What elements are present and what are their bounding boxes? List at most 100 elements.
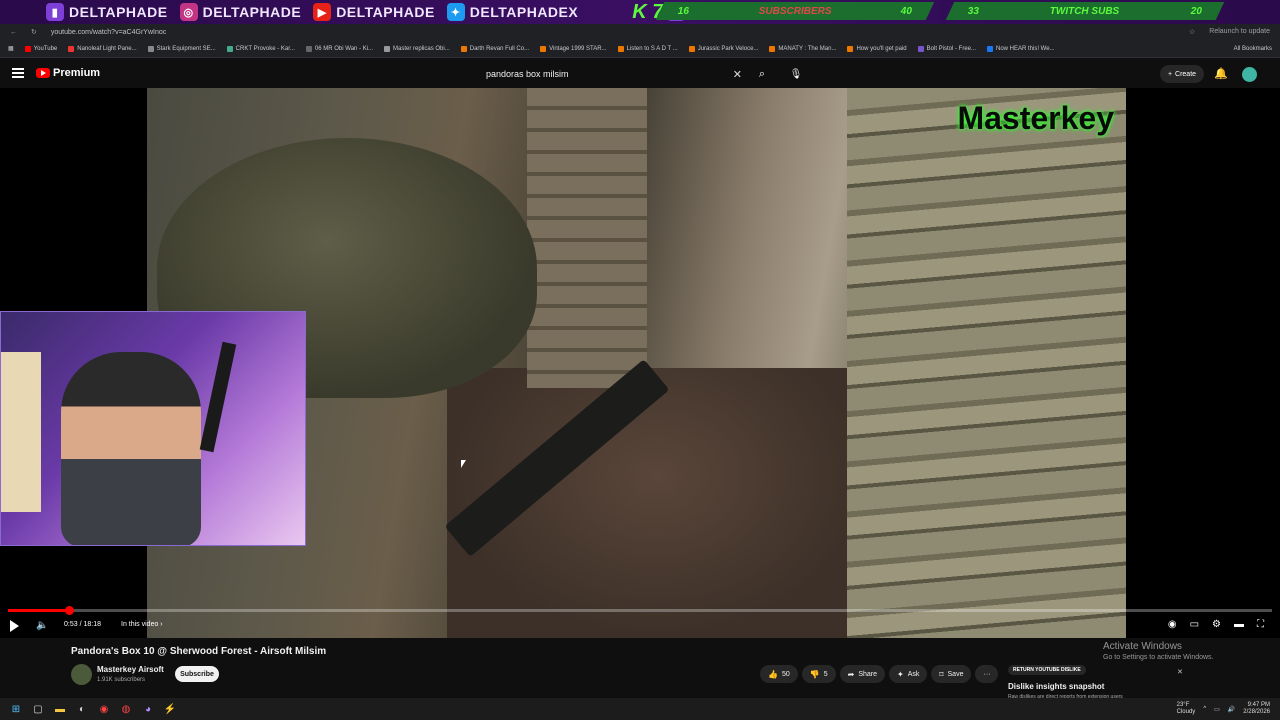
share-icon: ➦ <box>847 669 855 679</box>
like-button[interactable]: 👍 50 <box>760 665 798 683</box>
channel-avatar[interactable] <box>71 664 92 685</box>
app-icon[interactable]: ⚡ <box>162 701 178 717</box>
video-player[interactable]: Masterkey 🔈 0:53 / 18:18 In this video ›… <box>0 88 1280 638</box>
back-icon[interactable]: ← <box>10 29 17 36</box>
account-avatar[interactable] <box>1242 67 1257 82</box>
network-icon[interactable]: ▭ <box>1214 706 1220 713</box>
player-controls: 🔈 0:53 / 18:18 In this video › ◉ ▭ ⚙ ▬ ⛶ <box>0 616 1280 638</box>
bookmark-item[interactable]: CRKT Provoke - Kar... <box>226 45 295 52</box>
task-view-icon[interactable]: ▢ <box>30 701 46 717</box>
bookmark-item[interactable]: Stark Equipment SE... <box>147 45 216 52</box>
windows-taskbar: ⊞ ▢ ▬ ◐ ◉ ◍ ◕ ⚡ 23°F Cloudy ^ ▭ 🔊 9:47 P… <box>0 698 1280 720</box>
favicon-icon <box>226 45 233 52</box>
notifications-bell-icon[interactable]: 🔔 <box>1214 67 1228 80</box>
share-button[interactable]: ➦ Share <box>839 665 886 683</box>
favicon-icon <box>305 45 312 52</box>
theater-mode-icon[interactable]: ▬ <box>1234 619 1244 630</box>
bookmark-item[interactable]: Bolt Pistol - Free... <box>917 45 976 52</box>
subscribe-button[interactable]: Subscribe <box>175 666 219 682</box>
favicon-icon <box>147 45 154 52</box>
all-bookmarks-button[interactable]: All Bookmarks <box>1234 46 1280 52</box>
tray-chevron-icon[interactable]: ^ <box>1203 706 1206 712</box>
video-title: Pandora's Box 10 @ Sherwood Forest - Air… <box>71 646 327 657</box>
channel-name[interactable]: Masterkey Airsoft <box>97 665 164 674</box>
ask-button[interactable]: ✦ Ask <box>889 665 928 683</box>
bookmark-item[interactable]: Vintage 1999 STAR... <box>540 45 607 52</box>
app-icon[interactable]: ◍ <box>118 701 134 717</box>
favicon-icon <box>68 45 75 52</box>
settings-gear-icon[interactable]: ⚙ <box>1212 619 1221 630</box>
search-input[interactable]: pandoras box milsim ✕ <box>478 63 750 85</box>
windows-start-icon[interactable]: ⊞ <box>8 701 24 717</box>
progress-bar[interactable] <box>8 606 1272 615</box>
subscribers-goal-bar: 16 SUBSCRIBERS 40 <box>655 2 935 20</box>
bookmark-item[interactable]: MANATY : The Man... <box>769 45 836 52</box>
chapters-button[interactable]: In this video › <box>121 621 163 628</box>
video-actions: 👍 50 👎 5 ➦ Share ✦ Ask ⌑ Save ··· <box>760 665 999 683</box>
discord-icon[interactable]: ◕ <box>140 701 156 717</box>
reload-icon[interactable]: ↻ <box>31 28 37 36</box>
autoplay-toggle-icon[interactable]: ◉ <box>1168 619 1177 630</box>
fullscreen-icon[interactable]: ⛶ <box>1257 619 1264 630</box>
more-icon: ··· <box>983 670 991 678</box>
scrubber-handle[interactable] <box>64 606 74 615</box>
twitch-icon: ▮ <box>46 3 64 21</box>
search-button[interactable]: ⌕ <box>752 63 772 85</box>
relaunch-button[interactable]: Relaunch to update <box>1209 28 1270 36</box>
clear-search-icon[interactable]: ✕ <box>733 68 742 81</box>
favicon-icon <box>769 45 776 52</box>
favicon-icon <box>847 45 854 52</box>
video-watermark: Masterkey <box>957 100 1114 136</box>
bookmark-item[interactable]: How you'll get paid <box>847 45 907 52</box>
volume-icon[interactable]: 🔈 <box>36 620 48 631</box>
chrome-icon[interactable]: ◉ <box>96 701 112 717</box>
dislike-button[interactable]: 👎 5 <box>801 665 836 683</box>
save-button[interactable]: ⌑ Save <box>931 665 972 683</box>
mouse-cursor <box>461 460 466 468</box>
captions-icon[interactable]: ▭ <box>1190 619 1199 630</box>
search-icon: ⌕ <box>758 67 766 80</box>
thumbs-down-icon: 👎 <box>809 669 820 679</box>
youtube-premium-logo[interactable]: Premium <box>36 67 100 79</box>
bookmark-item[interactable]: YouTube <box>24 45 57 52</box>
sparkle-icon: ✦ <box>897 669 904 679</box>
play-button[interactable] <box>10 620 19 632</box>
facebook-icon <box>987 45 993 52</box>
youtube-icon: ▶ <box>313 3 332 21</box>
bookmark-item[interactable]: Master replicas Obi... <box>384 45 450 52</box>
file-explorer-icon[interactable]: ▬ <box>52 701 68 717</box>
social-handles: ▮ DELTAPHADE ◎ DELTAPHADE ▶ DELTAPHADE ✦ DEL… <box>0 0 592 24</box>
weather-widget[interactable]: 23°F Cloudy <box>1177 702 1196 716</box>
favicon-icon <box>384 45 391 52</box>
twitter-handle: ✦ DELTAPHADEX <box>446 3 578 21</box>
plus-icon: + <box>1167 70 1173 78</box>
star-icon[interactable]: ☆ <box>1189 28 1195 36</box>
youtube-handle: ▶ DELTAPHADE <box>313 3 435 21</box>
bookmark-item[interactable]: Darth Revan Full Co... <box>460 45 529 52</box>
close-icon[interactable]: ✕ <box>1177 668 1183 676</box>
volume-icon[interactable]: 🔊 <box>1228 706 1235 713</box>
url-field[interactable]: youtube.com/watch?v=aC4GrYwInoc <box>51 29 166 36</box>
favicon-icon <box>617 45 624 52</box>
bookmark-item[interactable]: Now HEAR this! We... <box>987 45 1055 52</box>
hamburger-menu-icon[interactable] <box>12 68 24 78</box>
activate-windows-watermark: Activate Windows Go to Settings to activ… <box>1103 641 1214 661</box>
favicon-icon <box>917 45 924 52</box>
voice-search-button[interactable]: 🎙 <box>786 63 806 85</box>
browser-address-bar: ← ↻ youtube.com/watch?v=aC4GrYwInoc ☆ Re… <box>0 24 1280 40</box>
steam-icon[interactable]: ◐ <box>74 701 90 717</box>
rytd-badge: RETURN YOUTUBE DISLIKE <box>1008 665 1086 675</box>
bookmark-item[interactable]: Nanoleaf Light Pane... <box>68 45 137 52</box>
bookmark-icon: ⌑ <box>939 669 944 679</box>
progress-fill <box>8 609 69 612</box>
youtube-logo-icon <box>36 68 50 78</box>
more-actions-button[interactable]: ··· <box>975 665 999 683</box>
apps-icon[interactable]: ▦ <box>8 45 14 52</box>
bookmark-item[interactable]: Jurassic Park Veloce... <box>688 45 758 52</box>
create-button[interactable]: + Create <box>1160 65 1204 83</box>
bookmark-item[interactable]: 06 MR Obi Wan - Ki... <box>305 45 373 52</box>
youtube-masthead: Premium pandoras box milsim ✕ ⌕ 🎙 + Create… <box>0 58 1280 90</box>
clock[interactable]: 9:47 PM 2/28/2026 <box>1243 702 1270 716</box>
bookmark-item[interactable]: Listen to S A D T ... <box>617 45 678 52</box>
thumbs-up-icon: 👍 <box>768 669 778 679</box>
